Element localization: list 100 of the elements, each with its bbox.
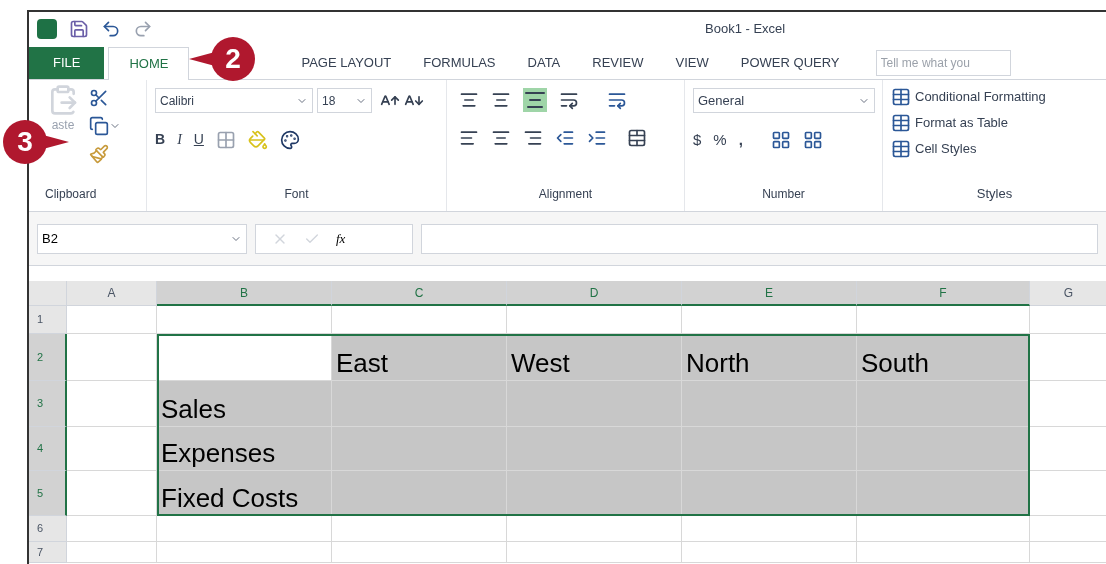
cell[interactable] (857, 542, 1030, 563)
tell-me-field[interactable]: Tell me what you (875, 50, 1011, 76)
cell[interactable] (67, 306, 157, 334)
cell[interactable]: North (682, 334, 857, 381)
cell[interactable] (857, 471, 1030, 516)
cell[interactable] (67, 427, 157, 471)
cell[interactable] (332, 516, 507, 542)
font-color-icon[interactable] (279, 129, 300, 150)
cell[interactable] (332, 471, 507, 516)
styles-icon (891, 139, 911, 159)
cell[interactable] (507, 306, 682, 334)
row-header[interactable]: 3 (29, 381, 67, 427)
column-header[interactable]: B (157, 281, 332, 306)
ribbon-tab[interactable]: DATA (511, 47, 577, 79)
row-header[interactable]: 4 (29, 427, 67, 471)
column-header[interactable]: F (857, 281, 1030, 306)
cell[interactable] (857, 381, 1030, 427)
cell[interactable] (67, 471, 157, 516)
decrease-indent-icon[interactable] (555, 128, 575, 148)
currency-button[interactable]: $ (693, 129, 702, 152)
cell[interactable] (507, 471, 682, 516)
underline-button[interactable]: U (193, 129, 204, 150)
align-bottom-icon[interactable] (523, 88, 547, 112)
ribbon-tab[interactable]: VIEW (659, 47, 725, 79)
align-middle-icon[interactable] (491, 90, 511, 110)
cell[interactable]: East (332, 334, 507, 381)
cell[interactable] (857, 427, 1030, 471)
insert-function-button[interactable]: fx (336, 228, 346, 249)
merge-icon[interactable] (627, 128, 647, 148)
cell[interactable] (332, 542, 507, 563)
cell[interactable] (67, 381, 157, 427)
cell[interactable] (507, 542, 682, 563)
cell[interactable]: Fixed Costs (157, 471, 332, 516)
italic-button[interactable]: I (177, 129, 182, 150)
format-painter-icon[interactable] (89, 144, 109, 164)
column-header[interactable]: A (67, 281, 157, 306)
ribbon-tab[interactable]: PAGE LAYOUT (285, 47, 408, 79)
cell[interactable] (157, 542, 332, 563)
row-header[interactable]: 1 (29, 306, 67, 334)
column-header[interactable]: C (332, 281, 507, 306)
number-format-dropdown[interactable]: General (693, 88, 875, 113)
percent-button[interactable]: % (713, 129, 727, 152)
column-header[interactable]: G (1030, 281, 1106, 306)
select-all-corner[interactable] (29, 281, 67, 306)
cell[interactable] (682, 516, 857, 542)
orientation-icon[interactable] (559, 90, 579, 110)
cell[interactable]: Sales (157, 381, 332, 427)
cell[interactable] (67, 334, 157, 381)
row-header[interactable]: 5 (29, 471, 67, 516)
align-center-icon[interactable] (491, 128, 511, 148)
font-size-dropdown[interactable]: 18 (317, 88, 372, 113)
borders-icon[interactable] (215, 129, 236, 150)
undo-icon[interactable] (101, 18, 121, 39)
align-left-icon[interactable] (459, 128, 479, 148)
copy-icon[interactable] (89, 116, 109, 136)
name-box[interactable]: B2 (37, 223, 247, 254)
styles-button[interactable]: Conditional Formatting (891, 84, 1098, 110)
cell[interactable] (157, 334, 332, 381)
styles-button[interactable]: Cell Styles (891, 136, 1098, 162)
ribbon-tab[interactable]: POWER QUERY (724, 47, 856, 79)
comma-button[interactable]: , (738, 129, 743, 152)
cell[interactable] (682, 306, 857, 334)
cell[interactable] (332, 306, 507, 334)
cell[interactable] (682, 471, 857, 516)
cell[interactable] (332, 381, 507, 427)
formula-field[interactable] (421, 223, 1098, 254)
cell[interactable] (857, 516, 1030, 542)
column-header[interactable]: E (682, 281, 857, 306)
group-label: Clipboard (45, 186, 98, 203)
cell[interactable]: Expenses (157, 427, 332, 471)
fill-color-icon[interactable] (247, 129, 268, 150)
cell[interactable]: South (857, 334, 1030, 381)
callout-pointer-icon (43, 134, 69, 150)
cell[interactable] (507, 516, 682, 542)
redo-icon[interactable] (133, 18, 153, 39)
cell[interactable] (682, 542, 857, 563)
cell[interactable] (157, 516, 332, 542)
cell[interactable] (857, 306, 1030, 334)
ribbon-tab[interactable]: FORMULAS (407, 47, 512, 79)
bold-button[interactable]: B (155, 129, 166, 150)
window-title: Book1 - Excel (705, 19, 786, 38)
column-header[interactable]: D (507, 281, 682, 306)
ribbon-tab[interactable]: FILE (29, 47, 105, 79)
row-header[interactable]: 6 (29, 516, 67, 542)
ribbon-tab[interactable]: REVIEW (576, 47, 660, 79)
ribbon-tab[interactable]: HOME (108, 47, 190, 80)
wrap-text-icon[interactable] (607, 90, 627, 110)
align-right-icon[interactable] (523, 128, 543, 148)
row-header[interactable]: 7 (29, 542, 67, 563)
cell[interactable] (67, 516, 157, 542)
increase-indent-icon[interactable] (587, 128, 607, 148)
cell[interactable]: West (507, 334, 682, 381)
font-name-dropdown[interactable]: Calibri (155, 88, 313, 113)
row-header[interactable]: 2 (29, 334, 67, 381)
cell[interactable] (157, 306, 332, 334)
cut-icon[interactable] (89, 88, 109, 108)
cell[interactable] (67, 542, 157, 563)
align-top-icon[interactable] (459, 90, 479, 110)
styles-button[interactable]: Format as Table (891, 110, 1098, 136)
save-icon[interactable] (69, 18, 89, 39)
